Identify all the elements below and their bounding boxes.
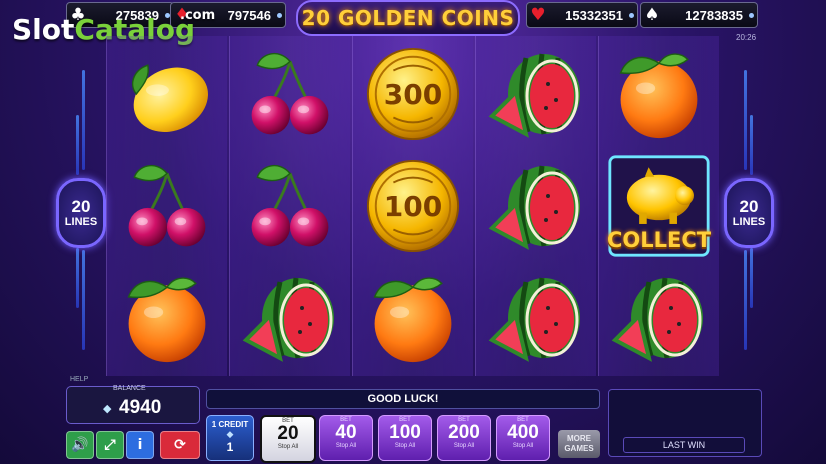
autoplay-icon: ⟳: [174, 437, 186, 453]
lemon-symbol: [115, 42, 219, 146]
more-games-button[interactable]: MORE GAMES: [558, 430, 600, 458]
watermark-suffix: .com: [180, 8, 216, 23]
left-light-bar: [82, 70, 85, 170]
collect-label: COLLECT: [606, 228, 712, 252]
bet-button-200[interactable]: BET 200 Stop All: [437, 415, 491, 461]
bet-button-400[interactable]: BET 400 Stop All: [496, 415, 550, 461]
info-dot-icon: [629, 12, 634, 18]
status-message: GOOD LUCK!: [206, 389, 600, 409]
coin-value: 100: [383, 189, 443, 223]
bet-value: 100: [389, 422, 421, 443]
reel-area: 300 100 COLLECT: [106, 36, 720, 376]
reel-1: [106, 36, 227, 376]
stop-all-label: Stop All: [394, 443, 416, 449]
fullscreen-button[interactable]: ⤢: [96, 431, 124, 459]
coin-value: 300: [383, 77, 443, 111]
stop-all-label: Stop All: [453, 443, 475, 449]
bet-value: 200: [448, 422, 480, 443]
lines-label: LINES: [732, 216, 766, 228]
right-light-bar: [744, 250, 747, 350]
stop-all-label: Stop All: [277, 444, 299, 450]
spade-icon: ♠: [644, 5, 660, 25]
watermark-part1: Slot: [12, 13, 75, 46]
info-button[interactable]: i: [126, 431, 154, 459]
more-games-line2: GAMES: [564, 444, 594, 453]
cherries-symbol: [115, 154, 219, 258]
balance-label: BALANCE: [113, 385, 146, 392]
last-win-panel: LAST WIN: [608, 389, 762, 457]
lines-label: LINES: [64, 216, 98, 228]
info-dot-icon: [749, 12, 754, 18]
game-title: 20 GOLDEN COINS: [296, 0, 520, 36]
watermelon-symbol: [484, 42, 588, 146]
heart-icon: ♥: [530, 5, 546, 25]
credit-title: 1 CREDIT: [211, 420, 249, 429]
diamond-icon: ◆: [103, 403, 112, 415]
credit-value: 1: [226, 440, 234, 454]
watermelon-symbol: [484, 154, 588, 258]
more-games-line1: MORE: [567, 434, 591, 443]
balance-value: 4940: [119, 397, 162, 418]
credit-button[interactable]: 1 CREDIT ◆ 1: [206, 415, 254, 461]
coin-symbol: 100: [361, 154, 465, 258]
lines-indicator-right: 20 LINES: [724, 178, 774, 248]
watermelon-symbol: [607, 266, 711, 370]
lines-value: 20: [71, 197, 91, 216]
cherries-symbol: [238, 42, 342, 146]
right-light-bar: [744, 70, 747, 170]
bet-button-100[interactable]: BET 100 Stop All: [378, 415, 432, 461]
jackpot-spades: ♠ 12783835: [640, 2, 758, 28]
autoplay-button[interactable]: ⟳: [160, 431, 200, 459]
watermelon-symbol: [484, 266, 588, 370]
left-light-bar: [82, 250, 85, 350]
balance-panel: BALANCE ◆ 4940: [66, 385, 200, 424]
piggy-collect-symbol: COLLECT: [607, 154, 711, 258]
lines-value: 20: [739, 197, 759, 216]
right-light-bar: [750, 248, 753, 308]
jackpot-hearts: ♥ 15332351: [526, 2, 638, 28]
orange-symbol: [115, 266, 219, 370]
lines-indicator-left: 20 LINES: [56, 178, 106, 248]
sound-icon: 🔊: [71, 437, 89, 453]
left-light-bar: [76, 248, 79, 308]
diamond-icon: ◆: [226, 429, 234, 439]
bet-button-40[interactable]: BET 40 Stop All: [319, 415, 373, 461]
info-dot-icon: [277, 12, 282, 18]
reel-4: [475, 36, 596, 376]
reel-5: COLLECT: [598, 36, 719, 376]
help-label[interactable]: HELP: [70, 376, 88, 383]
bet-value: 20: [277, 423, 299, 444]
left-light-bar: [76, 115, 79, 175]
bet-value: 40: [335, 422, 357, 443]
stop-all-label: Stop All: [512, 443, 534, 449]
coin-symbol: 300: [361, 42, 465, 146]
info-icon: i: [137, 437, 143, 453]
orange-symbol: [361, 266, 465, 370]
bet-button-20[interactable]: BET 20 Stop All: [260, 415, 316, 463]
watermelon-symbol: [238, 266, 342, 370]
clock: 20:26: [736, 33, 757, 42]
stop-all-label: Stop All: [335, 443, 357, 449]
bet-value: 400: [507, 422, 539, 443]
jackpot-value: 15332351: [565, 7, 623, 23]
reel-3: 300 100: [352, 36, 473, 376]
orange-symbol: [607, 42, 711, 146]
sound-button[interactable]: 🔊: [66, 431, 94, 459]
fullscreen-icon: ⤢: [104, 437, 116, 453]
last-win-label: LAST WIN: [623, 437, 745, 453]
cherries-symbol: [238, 154, 342, 258]
right-light-bar: [750, 115, 753, 175]
reel-2: [229, 36, 350, 376]
jackpot-value: 12783835: [685, 7, 743, 23]
